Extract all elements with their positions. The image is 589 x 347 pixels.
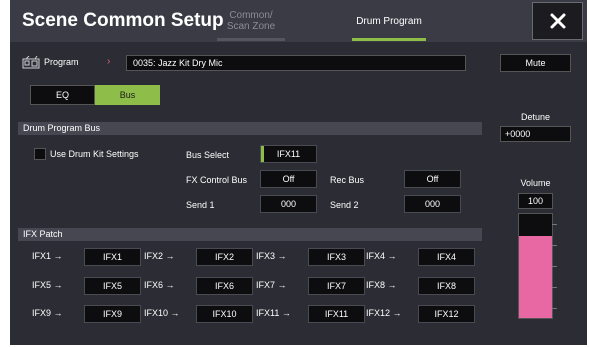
bus-select-field[interactable]: IFX11 [260, 145, 317, 163]
ifx-patch-button[interactable]: IFX12 [418, 305, 475, 323]
tab-underline-active [352, 38, 426, 41]
send1-field[interactable]: 000 [260, 195, 317, 213]
tab-label-line2: Scan Zone [226, 21, 276, 32]
fx-control-bus-field[interactable]: Off [260, 170, 317, 188]
ifx-patch-button[interactable]: IFX6 [196, 277, 253, 295]
program-row: Program › 0035: Jazz Kit Dry Mic [22, 55, 466, 71]
ifx-patch-button[interactable]: IFX9 [84, 305, 141, 323]
use-drum-kit-settings-checkbox[interactable]: Use Drum Kit Settings [34, 148, 164, 162]
bus-select-value: IFX11 [276, 149, 301, 159]
ifx-patch-button[interactable]: IFX2 [196, 248, 253, 266]
bus-button[interactable]: Bus [95, 85, 160, 105]
ifx-patch-label: IFX2 → [144, 251, 175, 261]
ifx-patch-button[interactable]: IFX5 [84, 277, 141, 295]
selected-marker [261, 146, 264, 162]
section-header-drum-program-bus: Drum Program Bus [18, 122, 482, 135]
slider-tick [552, 245, 557, 246]
ifx-patch-button[interactable]: IFX7 [308, 277, 365, 295]
ifx-patch-button[interactable]: IFX1 [84, 248, 141, 266]
mute-button[interactable]: Mute [500, 54, 571, 72]
slider-tick [552, 224, 557, 225]
ifx-patch-label: IFX1 → [32, 251, 63, 261]
checkbox-label: Use Drum Kit Settings [50, 149, 139, 159]
close-button[interactable] [532, 2, 583, 40]
tab-label: Drum Program [356, 15, 422, 27]
ifx-patch-label: IFX12 → [366, 308, 402, 318]
header-bar: Scene Common Setup Common/ Scan Zone Dru… [10, 0, 587, 42]
eq-bus-toggle: EQ Bus [30, 85, 160, 105]
close-icon [550, 13, 565, 29]
program-icon [22, 56, 40, 69]
ifx-patch-label: IFX10 → [144, 308, 180, 318]
eq-button[interactable]: EQ [30, 85, 95, 105]
checkbox-box[interactable] [34, 148, 46, 160]
ifx-patch-button[interactable]: IFX8 [418, 277, 475, 295]
detune-label: Detune [520, 112, 551, 122]
rec-bus-label: Rec Bus [330, 175, 365, 185]
ifx-patch-label: IFX5 → [32, 280, 63, 290]
scene-common-setup-screen: Scene Common Setup Common/ Scan Zone Dru… [10, 0, 587, 345]
bus-select-label: Bus Select [186, 150, 230, 160]
program-select-field[interactable]: 0035: Jazz Kit Dry Mic [126, 55, 466, 71]
program-label: Program [44, 57, 79, 67]
tab-underline [217, 38, 285, 41]
ifx-patch-label: IFX9 → [32, 308, 63, 318]
tab-drum-program[interactable]: Drum Program [352, 0, 426, 42]
ifx-patch-label: IFX3 → [256, 251, 287, 261]
page-title: Scene Common Setup [22, 10, 224, 31]
send2-label: Send 2 [330, 200, 359, 210]
volume-fill [519, 236, 552, 318]
ifx-patch-label: IFX7 → [256, 280, 287, 290]
ifx-patch-button[interactable]: IFX4 [418, 248, 475, 266]
volume-slider[interactable] [518, 213, 557, 319]
volume-label: Volume [520, 178, 551, 188]
ifx-patch-label: IFX8 → [366, 280, 397, 290]
volume-field[interactable]: 100 [518, 193, 553, 209]
slider-tick [552, 308, 557, 309]
ifx-patch-button[interactable]: IFX10 [196, 305, 253, 323]
send1-label: Send 1 [186, 200, 215, 210]
rec-bus-field[interactable]: Off [404, 170, 461, 188]
ifx-patch-label: IFX4 → [366, 251, 397, 261]
tab-common-scan-zone[interactable]: Common/ Scan Zone [217, 0, 285, 42]
section-header-ifx-patch: IFX Patch [18, 228, 482, 241]
slider-tick [552, 287, 557, 288]
slider-tick [552, 266, 557, 267]
send2-field[interactable]: 000 [404, 195, 461, 213]
ifx-patch-label: IFX6 → [144, 280, 175, 290]
fx-control-bus-label: FX Control Bus [186, 175, 248, 185]
tab-label-line1: Common/ [229, 10, 273, 21]
chevron-right-icon: › [107, 56, 111, 67]
ifx-patch-label: IFX11 → [256, 308, 291, 318]
detune-field[interactable]: +0000 [500, 126, 571, 142]
ifx-patch-button[interactable]: IFX11 [308, 305, 365, 323]
ifx-patch-button[interactable]: IFX3 [308, 248, 365, 266]
